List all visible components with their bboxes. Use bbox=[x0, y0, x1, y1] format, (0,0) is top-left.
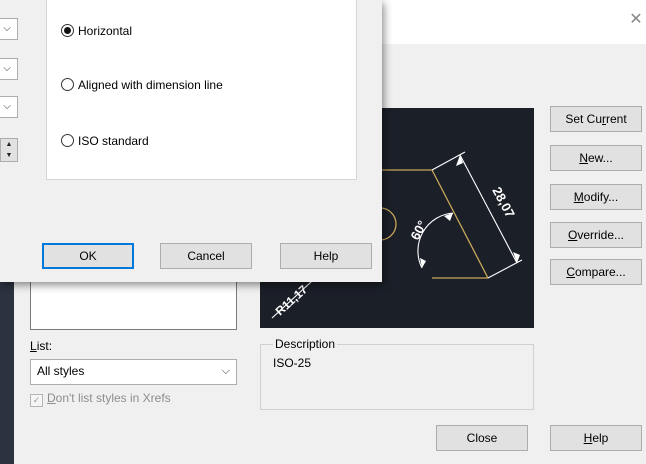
preview-radius-dim-text: R11,17 bbox=[273, 282, 311, 318]
spin-up-icon[interactable]: ▲ bbox=[1, 139, 17, 150]
new-style-button[interactable]: New... bbox=[550, 145, 642, 171]
chevron-down-icon: ⌵ bbox=[221, 365, 230, 377]
chevron-down-icon: ⌵ bbox=[3, 101, 11, 112]
compare-styles-button[interactable]: Compare... bbox=[550, 259, 642, 285]
chevron-down-icon: ⌵ bbox=[3, 23, 11, 34]
radio-iso-standard[interactable]: ISO standard bbox=[61, 133, 149, 149]
preview-angle-dim-text: 60° bbox=[407, 218, 429, 242]
sub-help-button[interactable]: Help bbox=[280, 243, 372, 269]
modify-style-button[interactable]: Modify... bbox=[550, 184, 642, 210]
list-filter-label: List: bbox=[30, 339, 53, 353]
text-alignment-group: Horizontal Aligned with dimension line I… bbox=[46, 0, 357, 180]
close-button[interactable]: Close bbox=[436, 425, 528, 451]
list-filter-select[interactable]: All styles ⌵ bbox=[30, 359, 237, 385]
radio-unselected-icon bbox=[61, 134, 74, 147]
close-icon[interactable]: ✕ bbox=[628, 12, 644, 28]
spin-down-icon[interactable]: ▼ bbox=[1, 150, 17, 161]
description-title: Description bbox=[273, 337, 338, 351]
preview-edge-slant bbox=[431, 169, 489, 279]
cancel-button[interactable]: Cancel bbox=[160, 243, 252, 269]
list-filter-value: All styles bbox=[37, 364, 85, 378]
ok-button[interactable]: OK bbox=[42, 243, 134, 269]
description-text: ISO-25 bbox=[273, 356, 312, 370]
checkbox-check-icon: ✓ bbox=[30, 394, 43, 407]
radio-unselected-icon bbox=[61, 78, 74, 91]
radio-horizontal[interactable]: Horizontal bbox=[61, 23, 132, 39]
offset-spinner[interactable]: ▲ ▼ bbox=[0, 138, 18, 162]
preview-arc-fillet bbox=[379, 207, 397, 241]
dont-list-xrefs-checkbox[interactable]: ✓ Don't list styles in Xrefs bbox=[30, 391, 171, 407]
radio-selected-icon bbox=[61, 24, 74, 37]
edge-dropdown-2[interactable]: ⌵ bbox=[0, 58, 18, 80]
edge-dropdown-1[interactable]: ⌵ bbox=[0, 18, 18, 40]
radio-aligned-with-dimension-line[interactable]: Aligned with dimension line bbox=[61, 77, 223, 93]
description-group: Description ISO-25 bbox=[260, 337, 534, 410]
set-current-button[interactable]: Set Current bbox=[550, 106, 642, 132]
edge-dropdown-3[interactable]: ⌵ bbox=[0, 96, 18, 118]
chevron-down-icon: ⌵ bbox=[3, 63, 11, 74]
preview-linear-dim-text: 28,07 bbox=[489, 184, 518, 220]
help-button[interactable]: Help bbox=[550, 425, 642, 451]
override-style-button[interactable]: Override... bbox=[550, 222, 642, 248]
text-alignment-dialog: ⌵ ⌵ ⌵ ▲ ▼ Horizontal Aligned with dimens… bbox=[0, 0, 382, 282]
